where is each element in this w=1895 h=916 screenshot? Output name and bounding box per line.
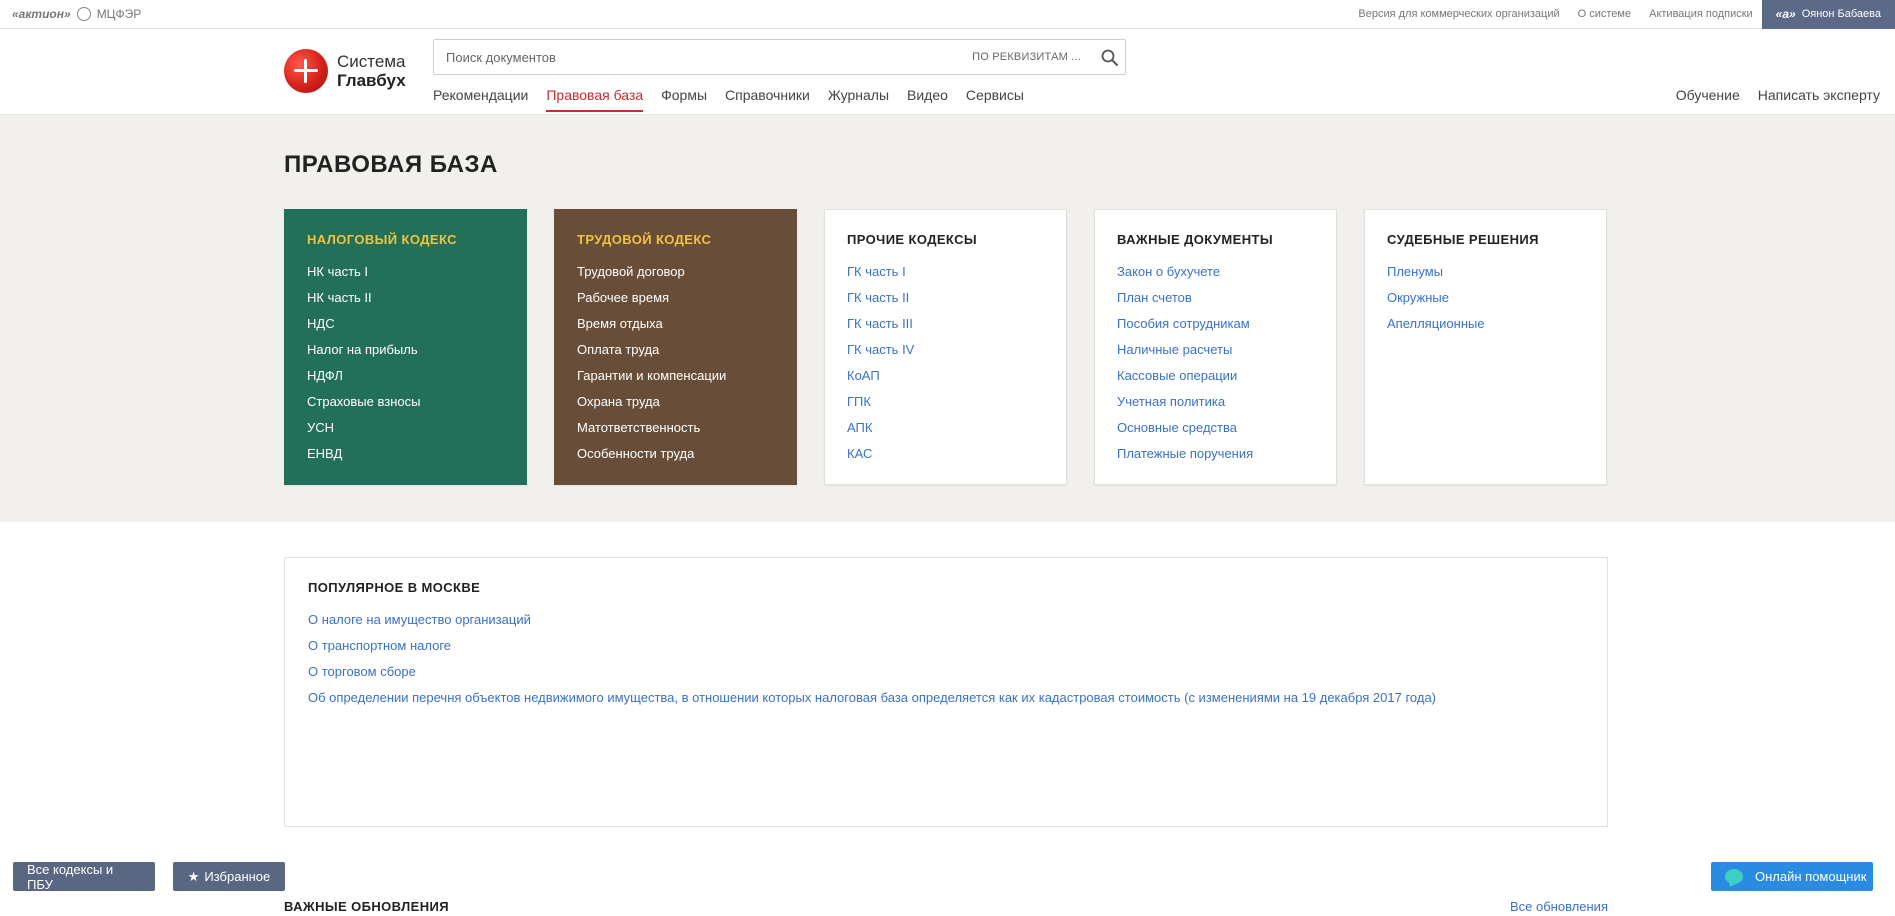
- card-title[interactable]: ПРОЧИЕ КОДЕКСЫ: [847, 232, 1044, 247]
- all-updates-link[interactable]: Все обновления: [1510, 899, 1608, 914]
- nav-forms[interactable]: Формы: [661, 87, 707, 112]
- list-item[interactable]: Особенности труда: [577, 441, 774, 467]
- aktion-logo-text: «актион»: [12, 7, 71, 21]
- right-nav: Обучение Написать эксперту: [1676, 87, 1880, 103]
- list-item[interactable]: План счетов: [1117, 285, 1314, 311]
- card-title[interactable]: ТРУДОВОЙ КОДЕКС: [577, 232, 774, 247]
- list-item[interactable]: ГК часть I: [847, 259, 1044, 285]
- list-item[interactable]: О налоге на имущество организаций: [308, 607, 1584, 633]
- search-button[interactable]: [1093, 40, 1125, 74]
- card-other-codes: ПРОЧИЕ КОДЕКСЫ ГК часть I ГК часть II ГК…: [824, 209, 1067, 485]
- nav-training[interactable]: Обучение: [1676, 87, 1740, 103]
- aktion-brand[interactable]: «актион» МЦФЭР: [12, 7, 141, 21]
- list-item[interactable]: ЕНВД: [307, 441, 504, 467]
- card-labor-code: ТРУДОВОЙ КОДЕКС Трудовой договор Рабочее…: [554, 209, 797, 485]
- logo-line-2: Главбух: [337, 71, 406, 90]
- about-system-link[interactable]: О системе: [1569, 0, 1640, 29]
- list-item[interactable]: ГК часть IV: [847, 337, 1044, 363]
- card-tax-code: НАЛОГОВЫЙ КОДЕКС НК часть I НК часть II …: [284, 209, 527, 485]
- user-name: Оянон Бабаева: [1801, 8, 1881, 20]
- nav-recommendations[interactable]: Рекомендации: [433, 87, 528, 112]
- list-item[interactable]: НК часть II: [307, 285, 504, 311]
- list-item[interactable]: КАС: [847, 441, 1044, 467]
- glavbukh-logo-icon: [284, 49, 328, 93]
- list-item[interactable]: Основные средства: [1117, 415, 1314, 441]
- list-item[interactable]: НДС: [307, 311, 504, 337]
- nav-journals[interactable]: Журналы: [828, 87, 889, 112]
- online-assistant-button[interactable]: Онлайн помощник: [1711, 862, 1873, 891]
- aktion-user-icon: «а»: [1775, 7, 1796, 21]
- list-item[interactable]: АПК: [847, 415, 1044, 441]
- card-court-decisions: СУДЕБНЫЕ РЕШЕНИЯ Пленумы Окружные Апелля…: [1364, 209, 1607, 485]
- main-nav: Рекомендации Правовая база Формы Справоч…: [433, 87, 1024, 112]
- list-item[interactable]: О торговом сборе: [308, 659, 1584, 685]
- mcfer-logo-text: МЦФЭР: [96, 7, 142, 21]
- list-item[interactable]: Окружные: [1387, 285, 1584, 311]
- popular-section: ПОПУЛЯРНОЕ В МОСКВЕ О налоге на имуществ…: [284, 557, 1608, 827]
- online-assistant-label: Онлайн помощник: [1755, 869, 1867, 884]
- logo-line-1: Система: [337, 52, 406, 71]
- favorites-button[interactable]: ★ Избранное: [173, 862, 285, 891]
- mcfer-icon: [76, 7, 91, 21]
- list-item[interactable]: Налог на прибыль: [307, 337, 504, 363]
- nav-reference[interactable]: Справочники: [725, 87, 810, 112]
- list-item[interactable]: КоАП: [847, 363, 1044, 389]
- list-item[interactable]: Трудовой договор: [577, 259, 774, 285]
- list-item[interactable]: ГК часть II: [847, 285, 1044, 311]
- list-item[interactable]: Оплата труда: [577, 337, 774, 363]
- chat-icon: [1725, 869, 1743, 884]
- favorites-label: Избранное: [204, 869, 271, 884]
- nav-services[interactable]: Сервисы: [966, 87, 1024, 112]
- list-item[interactable]: Рабочее время: [577, 285, 774, 311]
- list-item[interactable]: Учетная политика: [1117, 389, 1314, 415]
- list-item[interactable]: НК часть I: [307, 259, 504, 285]
- search-input[interactable]: [446, 49, 973, 65]
- activate-subscription-link[interactable]: Активация подписки: [1640, 0, 1762, 29]
- list-item[interactable]: Время отдыха: [577, 311, 774, 337]
- list-item[interactable]: ГПК: [847, 389, 1044, 415]
- main-header: Система Главбух ПО РЕКВИЗИТАМ ... Рекоме…: [0, 29, 1895, 115]
- list-item[interactable]: Об определении перечня объектов недвижим…: [308, 685, 1584, 711]
- nav-ask-expert[interactable]: Написать эксперту: [1758, 87, 1880, 103]
- list-item[interactable]: О транспортном налоге: [308, 633, 1584, 659]
- legal-base-cards: НАЛОГОВЫЙ КОДЕКС НК часть I НК часть II …: [284, 209, 1607, 485]
- top-bar: «актион» МЦФЭР Версия для коммерческих о…: [0, 0, 1895, 29]
- list-item[interactable]: Наличные расчеты: [1117, 337, 1314, 363]
- legal-base-section: ПРАВОВАЯ БАЗА НАЛОГОВЫЙ КОДЕКС НК часть …: [0, 115, 1895, 522]
- card-title[interactable]: СУДЕБНЫЕ РЕШЕНИЯ: [1387, 232, 1584, 247]
- search-icon: [1101, 49, 1118, 66]
- top-links: Версия для коммерческих организаций О си…: [1349, 0, 1895, 29]
- list-item[interactable]: Закон о бухучете: [1117, 259, 1314, 285]
- list-item[interactable]: Кассовые операции: [1117, 363, 1314, 389]
- list-item[interactable]: Платежные поручения: [1117, 441, 1314, 467]
- list-item[interactable]: Апелляционные: [1387, 311, 1584, 337]
- star-icon: ★: [187, 868, 200, 884]
- list-item[interactable]: Пленумы: [1387, 259, 1584, 285]
- glavbukh-logo[interactable]: Система Главбух: [284, 49, 406, 93]
- list-item[interactable]: Страховые взносы: [307, 389, 504, 415]
- search-box: ПО РЕКВИЗИТАМ ...: [433, 39, 1126, 75]
- list-item[interactable]: ГК часть III: [847, 311, 1044, 337]
- nav-video[interactable]: Видео: [907, 87, 948, 112]
- card-important-documents: ВАЖНЫЕ ДОКУМЕНТЫ Закон о бухучете План с…: [1094, 209, 1337, 485]
- commercial-version-link[interactable]: Версия для коммерческих организаций: [1349, 0, 1568, 29]
- popular-title: ПОПУЛЯРНОЕ В МОСКВЕ: [308, 580, 481, 595]
- search-by-requisites[interactable]: ПО РЕКВИЗИТАМ ...: [972, 51, 1081, 63]
- logo-text: Система Главбух: [337, 52, 406, 90]
- list-item[interactable]: Гарантии и компенсации: [577, 363, 774, 389]
- list-item[interactable]: УСН: [307, 415, 504, 441]
- page-title: ПРАВОВАЯ БАЗА: [284, 151, 498, 178]
- user-menu[interactable]: «а» Оянон Бабаева: [1761, 0, 1895, 29]
- list-item[interactable]: Матответственность: [577, 415, 774, 441]
- list-item[interactable]: Пособия сотрудникам: [1117, 311, 1314, 337]
- list-item[interactable]: Охрана труда: [577, 389, 774, 415]
- card-title[interactable]: ВАЖНЫЕ ДОКУМЕНТЫ: [1117, 232, 1314, 247]
- card-title[interactable]: НАЛОГОВЫЙ КОДЕКС: [307, 232, 504, 247]
- nav-legal-base[interactable]: Правовая база: [546, 87, 643, 112]
- important-updates-title: ВАЖНЫЕ ОБНОВЛЕНИЯ: [284, 899, 449, 914]
- list-item[interactable]: НДФЛ: [307, 363, 504, 389]
- all-codes-button[interactable]: Все кодексы и ПБУ: [13, 862, 155, 892]
